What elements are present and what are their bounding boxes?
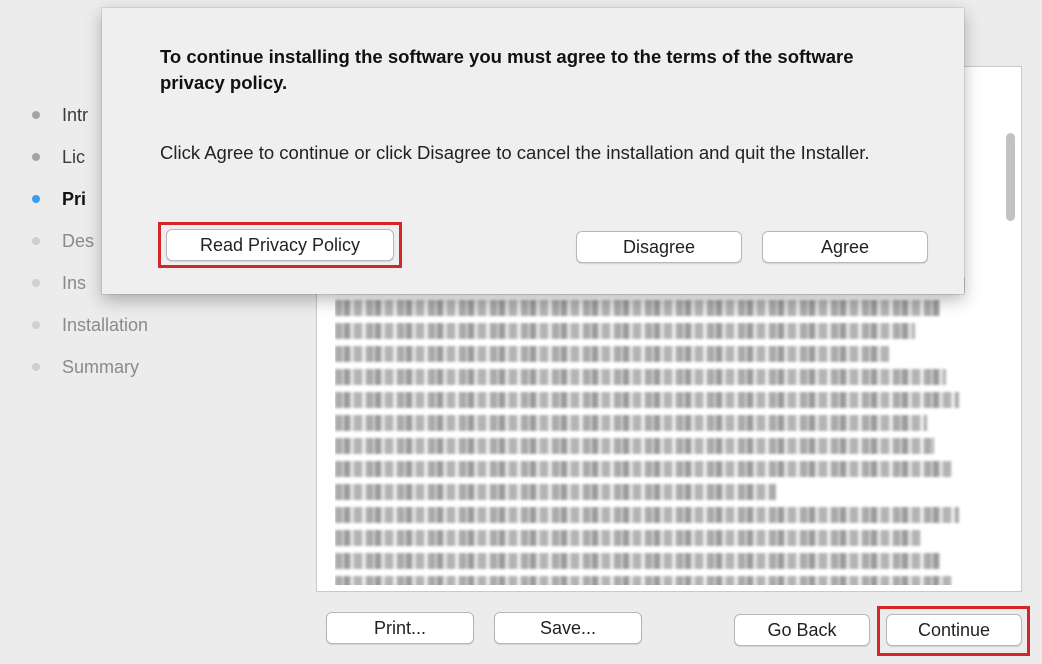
save-button[interactable]: Save... (494, 612, 642, 644)
continue-button[interactable]: Continue (886, 614, 1022, 646)
step-dot-icon (32, 363, 40, 371)
sidebar-step-installation-type: Ins (32, 268, 86, 298)
step-dot-icon (32, 237, 40, 245)
sidebar-step-label: Intr (62, 104, 89, 125)
sidebar-step-label: Pri (62, 188, 87, 209)
sidebar-step-installation: Installation (32, 310, 148, 340)
sheet-title: To continue installing the software you … (160, 46, 854, 93)
current-step-dot-icon (32, 195, 40, 203)
sidebar-step-label: Ins (62, 272, 87, 293)
print-button[interactable]: Print... (326, 612, 474, 644)
sidebar-step-label: Installation (62, 314, 149, 335)
sidebar-step-summary: Summary (32, 352, 139, 382)
sidebar-step-introduction: Intr (32, 100, 88, 130)
sidebar-step-destination: Des (32, 226, 94, 256)
sidebar-step-license: Lic (32, 142, 85, 172)
sidebar-step-label: Summary (62, 356, 140, 377)
step-dot-icon (32, 321, 40, 329)
sidebar-step-privacy: Pri (32, 184, 86, 214)
sidebar-step-label: Lic (62, 146, 86, 167)
agree-button[interactable]: Agree (762, 231, 928, 263)
sidebar-step-label: Des (62, 230, 95, 251)
sheet-message: Click Agree to continue or click Disagre… (160, 142, 870, 163)
step-dot-icon (32, 111, 40, 119)
disagree-button[interactable]: Disagree (576, 231, 742, 263)
scrollbar-thumb[interactable] (1006, 133, 1015, 221)
blurred-policy-text (335, 277, 965, 585)
step-dot-icon (32, 279, 40, 287)
read-privacy-policy-button[interactable]: Read Privacy Policy (166, 229, 394, 261)
go-back-button[interactable]: Go Back (734, 614, 870, 646)
privacy-agreement-sheet: To continue installing the software you … (102, 8, 964, 294)
step-dot-icon (32, 153, 40, 161)
